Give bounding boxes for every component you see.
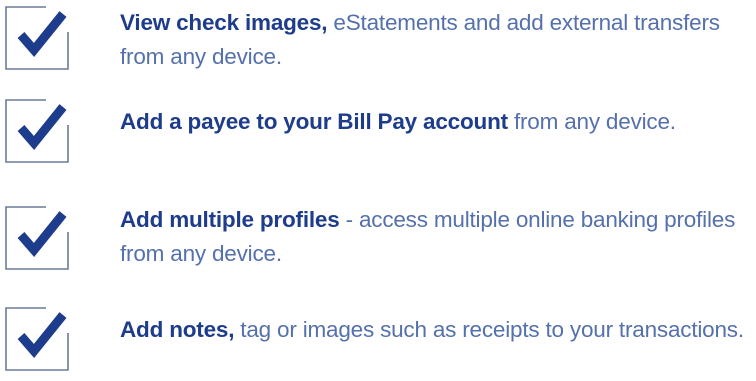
feature-lead: Add a payee to your Bill Pay account <box>120 109 508 134</box>
feature-text: Add multiple profiles - access multiple … <box>120 203 756 271</box>
feature-text: Add notes, tag or images such as receipt… <box>120 313 756 347</box>
checkbox-checked-icon <box>4 306 70 372</box>
feature-lead: View check images, <box>120 10 328 35</box>
feature-text: View check images, eStatements and add e… <box>120 6 756 74</box>
checkbox-checked-icon <box>4 205 70 271</box>
checkbox-checked-icon <box>4 98 70 164</box>
feature-description: from any device. <box>507 109 676 134</box>
feature-description: tag or images such as receipts to your t… <box>234 317 744 342</box>
checkbox-checked-icon <box>4 5 70 71</box>
feature-lead: Add multiple profiles <box>120 207 340 232</box>
feature-lead: Add notes, <box>120 317 235 342</box>
feature-text: Add a payee to your Bill Pay account fro… <box>120 105 756 139</box>
